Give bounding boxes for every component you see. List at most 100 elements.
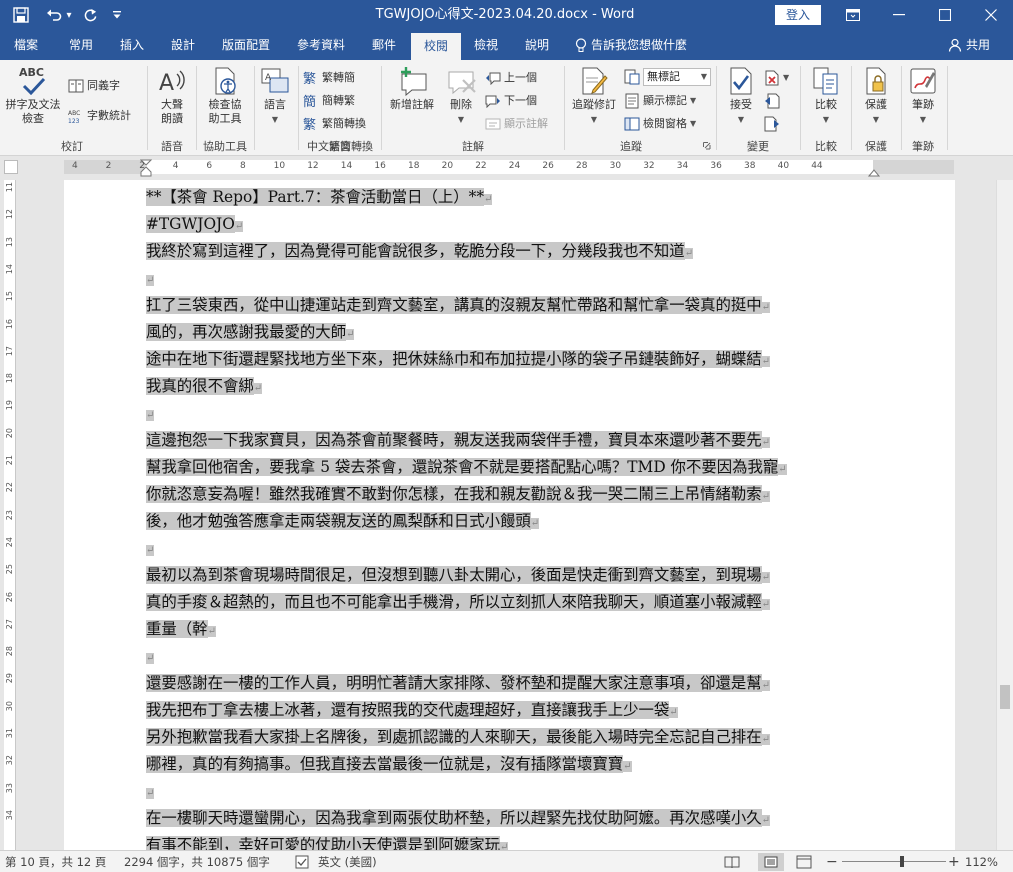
ruler-number: 2 <box>139 161 145 171</box>
document-line[interactable]: ↵ <box>146 778 868 805</box>
language-status[interactable]: 英文 (美國) <box>318 851 377 872</box>
ribbon-display-options-icon[interactable] <box>830 0 876 30</box>
show-comments-button[interactable]: 顯示註解 <box>485 114 548 134</box>
zoom-slider-thumb[interactable] <box>900 856 905 867</box>
document-line[interactable]: 另外抱歉當我看大家掛上名牌後，到處抓認識的人來聊天，最後能入場時完全忘記自己排在… <box>146 724 868 751</box>
document-line[interactable]: 哪裡，真的有夠搞事。但我直接去當最後一位就是，沒有插隊當壞寶寶↵ <box>146 751 868 778</box>
close-button[interactable] <box>968 0 1013 30</box>
vertical-ruler-number: 27 <box>5 618 14 629</box>
document-line[interactable]: 我終於寫到這裡了，因為覺得可能會說很多，乾脆分段一下，分幾段我也不知道↵ <box>146 238 868 265</box>
document-line[interactable]: 扛了三袋東西，從中山捷運站走到齊文藝室，講真的沒親友幫忙帶路和幫忙拿一袋真的挺中… <box>146 292 868 319</box>
vertical-ruler[interactable]: 11 12 13 14 15 16 17 18 19 20 21 22 23 24 25 26 27 28 29 30… <box>0 180 18 850</box>
document-line[interactable]: ↵ <box>146 265 868 292</box>
tab-insert[interactable]: 插入 <box>111 30 153 60</box>
minimize-button[interactable] <box>876 0 922 30</box>
print-layout-icon[interactable] <box>758 853 784 871</box>
zoom-slider[interactable] <box>842 861 946 862</box>
page-count[interactable]: 第 10 頁，共 12 頁 <box>5 851 106 872</box>
show-markup-button[interactable]: 顯示標記 ▼ <box>624 91 696 111</box>
save-icon[interactable] <box>8 0 34 30</box>
document-line[interactable]: #TGWJOJO↵ <box>146 211 868 238</box>
reviewing-pane-button[interactable]: 檢閱窗格 ▼ <box>624 114 696 134</box>
document-line[interactable]: 幫我拿回他宿舍，要我拿 5 袋去茶會，還說茶會不就是要搭配點心嗎？TMD 你不要… <box>146 454 868 481</box>
tracking-options-launcher[interactable] <box>703 138 711 154</box>
reject-button[interactable]: ▼ <box>764 68 789 88</box>
delete-caret-icon: ▼ <box>457 115 465 124</box>
new-comment-button[interactable]: 新增註解 <box>386 66 438 112</box>
tell-me-search[interactable]: 告訴我您想做什麼 <box>575 30 687 60</box>
document-line[interactable]: 真的手痠＆超熱的，而且也不可能拿出手機滑，所以立刻抓人來陪我聊天，順道塞小報減輕… <box>146 589 868 616</box>
language-button[interactable]: A 語言 ▼ <box>257 66 293 127</box>
proofing-status-icon[interactable] <box>295 851 309 872</box>
tab-design[interactable]: 設計 <box>162 30 204 60</box>
document-line[interactable]: 這邊抱怨一下我家寶貝，因為茶會前聚餐時，親友送我兩袋伴手禮，寶貝本來還吵著不要先… <box>146 427 868 454</box>
document-line[interactable]: 重量（幹↵ <box>146 616 868 643</box>
document-line[interactable]: 有事不能到，幸好可愛的仗助小天使還是到阿嬤家玩↵ <box>146 832 868 850</box>
login-button[interactable]: 登入 <box>775 5 821 25</box>
document-line[interactable]: ↵ <box>146 535 868 562</box>
tab-home[interactable]: 常用 <box>60 30 102 60</box>
chinese-conversion-button[interactable]: 繁 繁簡轉換 <box>303 114 366 134</box>
customize-toolbar-icon[interactable] <box>108 0 126 30</box>
zoom-in-button[interactable]: + <box>948 851 960 872</box>
traditional-to-simplified-button[interactable]: 繁 繁轉簡 <box>303 68 355 88</box>
vertical-scrollbar[interactable] <box>996 180 1013 850</box>
previous-change-button[interactable] <box>764 91 780 111</box>
next-comment-button[interactable]: 下一個 <box>485 91 537 111</box>
tab-mailings[interactable]: 郵件 <box>364 30 404 60</box>
document-line[interactable]: 我真的很不會綁↵ <box>146 373 868 400</box>
undo-dropdown-icon[interactable]: ▾ <box>64 0 74 30</box>
horizontal-ruler[interactable]: 4 2 2 4 6 8 10 12 14 16 18 20 22 24 26 28 30 32 34 36 38 40 44 <box>0 157 1013 177</box>
document-line[interactable]: 還要感謝在一樓的工作人員，明明忙著請大家排隊、發杯墊和提醒大家注意事項，卻還是幫… <box>146 670 868 697</box>
document-line[interactable]: ↵ <box>146 400 868 427</box>
document-line[interactable]: 途中在地下街還趕緊找地方坐下來，把休妹絲巾和布加拉提小隊的袋子吊鏈裝飾好，蝴蝶結… <box>146 346 868 373</box>
check-accessibility-button[interactable]: 檢查協 助工具 <box>200 66 250 126</box>
document-page[interactable]: **【茶會 Repo】Part.7：茶會活動當日（上）**↵ #TGWJOJO↵ 我… <box>64 180 955 850</box>
vertical-ruler-number: 21 <box>5 455 14 466</box>
simplified-to-traditional-button[interactable]: 簡 簡轉繁 <box>303 91 355 111</box>
maximize-button[interactable] <box>922 0 968 30</box>
accept-button[interactable]: 接受 ▼ <box>722 66 760 127</box>
word-count-status[interactable]: 2294 個字，共 10875 個字 <box>124 851 270 872</box>
tab-layout[interactable]: 版面配置 <box>214 30 278 60</box>
web-layout-icon[interactable] <box>796 851 812 872</box>
document-line[interactable]: 在一樓聊天時還蠻開心，因為我拿到兩張仗助杯墊，所以趕緊先找仗助阿嬤。再次感嘆小久… <box>146 805 868 832</box>
tab-help[interactable]: 說明 <box>516 30 558 60</box>
share-button[interactable]: 共用 <box>948 30 990 60</box>
track-changes-icon <box>582 67 608 95</box>
document-line[interactable]: 我先把布丁拿去樓上冰著，還有按照我的交代處理超好，直接讓我手上少一袋↵ <box>146 697 868 724</box>
tab-file[interactable]: 檔案 <box>6 30 46 60</box>
right-indent-marker-icon[interactable] <box>868 165 880 177</box>
markup-select[interactable]: 無標記 ▼ <box>643 68 711 86</box>
document-line[interactable]: 最初以為到茶會現場時間很足，但沒想到聽八卦太開心，後面是快走衝到齊文藝室，到現場… <box>146 562 868 589</box>
document-line[interactable]: ↵ <box>146 643 868 670</box>
line-text: 途中在地下街還趕緊找地方坐下來，把休妹絲巾和布加拉提小隊的袋子吊鏈裝飾好，蝴蝶結 <box>146 350 762 368</box>
scrollbar-thumb[interactable] <box>1000 685 1010 709</box>
document-line[interactable]: 你就恣意妄為喔！雖然我確實不敢對你怎樣，在我和親友勸說＆我一哭二鬧三上吊情緒勒索… <box>146 481 868 508</box>
thesaurus-button[interactable]: 同義字 <box>68 76 120 96</box>
spelling-grammar-button[interactable]: ABC 拼字及文法 檢查 <box>2 66 64 126</box>
document-line[interactable]: 後，他才勉強答應拿走兩袋親友送的鳳梨酥和日式小饅頭↵ <box>146 508 868 535</box>
ink-button[interactable]: 筆跡 ▼ <box>903 66 943 127</box>
word-count-button[interactable]: ABC 123 字數統計 <box>68 106 131 126</box>
read-mode-icon[interactable] <box>724 851 740 872</box>
protect-button[interactable]: 保護 ▼ <box>856 66 896 127</box>
compare-button[interactable]: 比較 ▼ <box>806 66 846 127</box>
document-line[interactable]: **【茶會 Repo】Part.7：茶會活動當日（上）**↵ <box>146 184 868 211</box>
track-changes-button[interactable]: 追蹤修訂 ▼ <box>568 66 620 127</box>
read-aloud-button[interactable]: A 大聲 朗讀 <box>152 66 192 126</box>
zoom-level[interactable]: 112% <box>965 851 998 872</box>
previous-comment-button[interactable]: 上一個 <box>485 68 537 88</box>
document-line[interactable]: 風的，再次感謝我最愛的大師↵ <box>146 319 868 346</box>
redo-icon[interactable] <box>78 0 102 30</box>
tab-references[interactable]: 參考資料 <box>289 30 353 60</box>
tab-review[interactable]: 校閱 <box>411 33 461 60</box>
tab-view[interactable]: 檢視 <box>466 30 506 60</box>
next-change-button[interactable] <box>764 114 780 134</box>
undo-icon[interactable] <box>42 0 66 30</box>
zoom-out-button[interactable]: − <box>826 851 838 872</box>
delete-comment-button[interactable]: 刪除 ▼ <box>443 66 479 127</box>
line-text: 風的，再次感謝我最愛的大師 <box>146 323 347 341</box>
tab-selector[interactable] <box>4 160 18 174</box>
document-body[interactable]: **【茶會 Repo】Part.7：茶會活動當日（上）**↵ #TGWJOJO↵ 我… <box>146 184 868 850</box>
